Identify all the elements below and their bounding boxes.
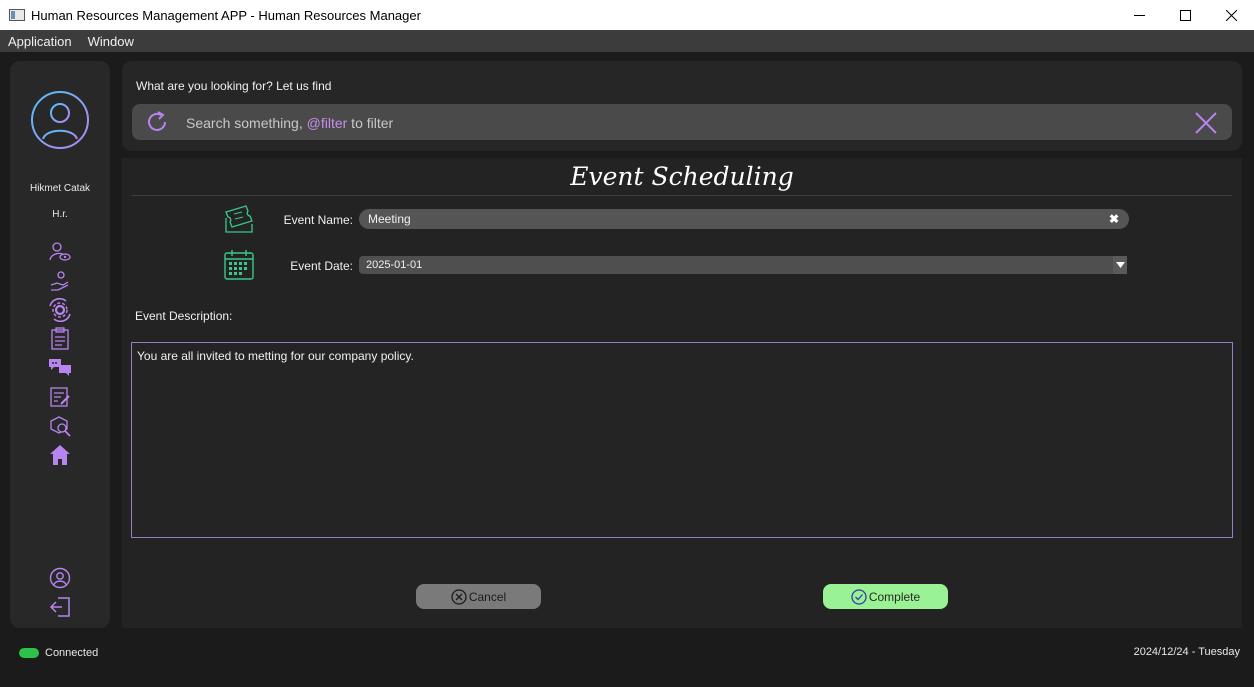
check-circle-icon	[851, 588, 867, 605]
home-icon	[50, 445, 70, 465]
event-date-value: 2025-01-01	[366, 259, 423, 271]
nav-home[interactable]	[48, 443, 72, 467]
hand-user-icon	[50, 271, 69, 291]
connection-indicator	[19, 648, 39, 658]
maximize-icon	[1179, 9, 1191, 21]
connection-status: Connected	[45, 647, 99, 659]
date-dropdown-button[interactable]	[1113, 256, 1127, 274]
maximize-button[interactable]	[1162, 0, 1208, 30]
event-description-label: Event Description:	[135, 309, 233, 323]
nav-search-box[interactable]	[48, 414, 72, 438]
clear-search-icon[interactable]	[1194, 111, 1218, 135]
nav-hand-user[interactable]	[48, 269, 72, 293]
event-date-picker[interactable]: 2025-01-01	[359, 256, 1127, 274]
page-title: Event Scheduling	[570, 162, 794, 191]
chat-icon	[49, 359, 71, 376]
event-name-value: Meeting	[368, 212, 411, 226]
close-window-button[interactable]	[1208, 0, 1254, 30]
event-date-label: Event Date:	[290, 259, 353, 273]
search-panel: What are you looking for? Let us find Se…	[122, 61, 1242, 151]
ticket-icon	[225, 205, 253, 233]
user-name: Hikmet Catak	[29, 183, 90, 194]
nav-profile[interactable]	[48, 566, 72, 590]
profile-icon	[49, 567, 71, 589]
user-role: H.r.	[52, 209, 68, 220]
complete-label: Complete	[868, 589, 921, 604]
gear-sync-icon	[49, 298, 71, 322]
search-label: What are you looking for? Let us find	[136, 79, 332, 93]
filter-hint: @filter	[306, 115, 348, 131]
clipboard-icon	[51, 327, 69, 350]
user-avatar-icon[interactable]	[30, 90, 90, 150]
menu-bar: Application Window	[0, 30, 1254, 52]
refresh-icon[interactable]	[146, 111, 170, 133]
title-bar: Human Resources Management APP - Human R…	[0, 0, 1254, 30]
logout-icon	[49, 597, 70, 617]
minimize-button[interactable]	[1116, 0, 1162, 30]
close-icon	[1225, 9, 1237, 21]
window-title: Human Resources Management APP - Human R…	[31, 7, 421, 23]
cancel-button[interactable]: Cancel	[416, 584, 541, 609]
nav-gear-sync[interactable]	[48, 298, 72, 322]
cancel-label: Cancel	[468, 589, 507, 604]
sidebar: Hikmet Catak H.r.	[10, 61, 110, 628]
cancel-icon	[451, 588, 467, 605]
event-name-field[interactable]: Meeting ✖	[359, 209, 1129, 229]
search-input[interactable]: Search something, @filter to filter	[132, 104, 1232, 140]
nav-logout[interactable]	[48, 595, 72, 619]
form-edit-icon	[50, 387, 70, 407]
menu-window[interactable]: Window	[80, 34, 142, 49]
calendar-icon	[224, 250, 254, 280]
minimize-icon	[1133, 14, 1145, 16]
user-eye-icon	[49, 242, 71, 261]
event-name-label: Event Name:	[283, 213, 353, 227]
nav-user-eye[interactable]	[48, 240, 72, 264]
menu-application[interactable]: Application	[0, 34, 80, 49]
nav-clipboard[interactable]	[48, 327, 72, 351]
clear-name-icon[interactable]: ✖	[1109, 212, 1119, 226]
search-placeholder: Search something, @filter to filter	[186, 115, 394, 131]
search-box-icon	[50, 416, 71, 437]
complete-button[interactable]: Complete	[823, 584, 948, 609]
divider	[132, 195, 1232, 196]
event-form: Event Scheduling Event Name: Meeting ✖ E…	[122, 158, 1242, 628]
event-description-textarea[interactable]: You are all invited to metting for our c…	[131, 342, 1233, 538]
app-icon	[9, 9, 25, 21]
nav-chat[interactable]	[48, 356, 72, 380]
status-date: 2024/12/24 - Tuesday	[1133, 646, 1240, 658]
chevron-down-icon	[1115, 262, 1125, 268]
nav-form-edit[interactable]	[48, 385, 72, 409]
